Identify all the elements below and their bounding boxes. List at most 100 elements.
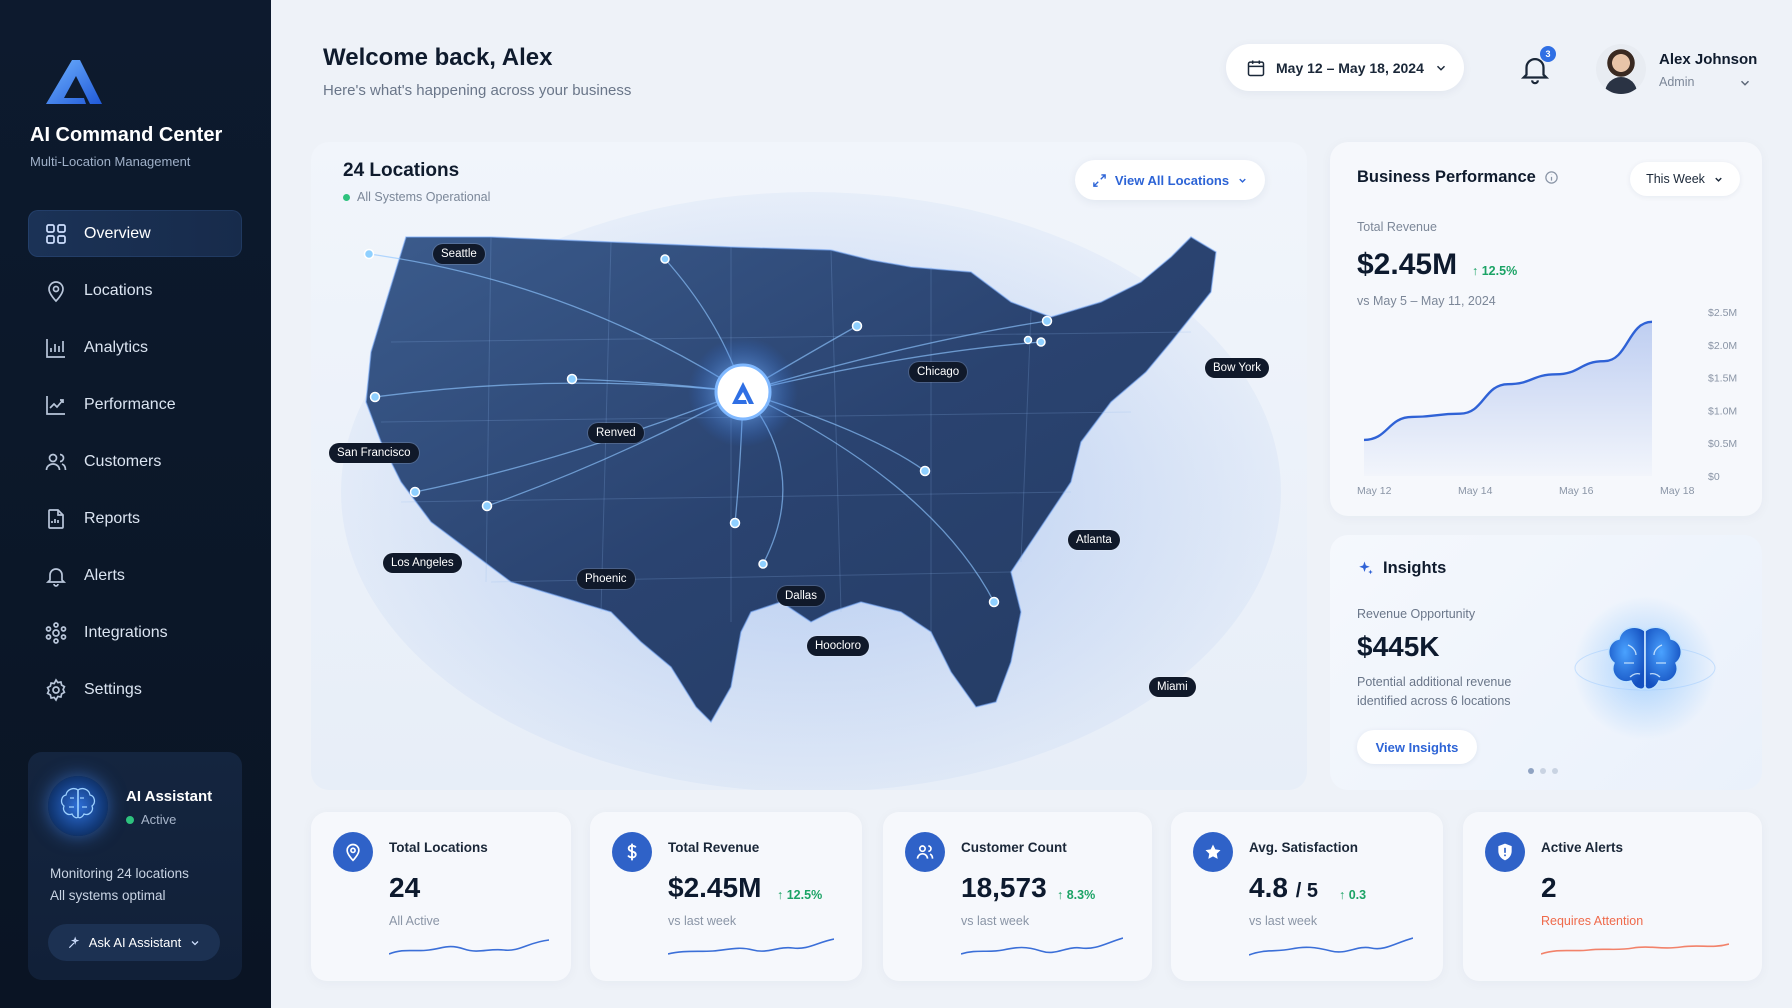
- y-tick-label: $0.5M: [1708, 438, 1737, 450]
- insights-panel: Insights Revenue Opportunity $445K Poten…: [1330, 535, 1762, 790]
- expand-icon: [1093, 173, 1106, 187]
- arrow-up-icon: ↑: [1339, 888, 1349, 902]
- report-icon: [48, 508, 64, 529]
- avatar[interactable]: [1596, 44, 1646, 94]
- x-tick-label: May 18: [1660, 485, 1695, 497]
- stat-change: ↑ 0.3: [1339, 888, 1366, 902]
- stat-value: 4.8 / 5: [1249, 872, 1318, 904]
- sidebar-item-reports[interactable]: Reports: [28, 495, 242, 542]
- sparkline: [961, 937, 1123, 955]
- city-label-san-francisco[interactable]: San Francisco: [329, 443, 419, 463]
- city-label-chicago[interactable]: Chicago: [909, 362, 968, 382]
- carousel-dot[interactable]: [1528, 768, 1534, 774]
- users-icon: [45, 453, 67, 470]
- stat-title: Customer Count: [961, 840, 1067, 855]
- sidebar-item-label: Settings: [84, 680, 142, 698]
- shield-icon: [1485, 832, 1525, 872]
- stat-subtext: Requires Attention: [1541, 914, 1644, 928]
- stat-card-active-alerts[interactable]: Active Alerts 2 Requires Attention: [1463, 812, 1762, 981]
- chevron-down-icon: [191, 940, 199, 945]
- assistant-systems-text: All systems optimal: [50, 888, 166, 903]
- sidebar-item-locations[interactable]: Locations: [28, 267, 242, 314]
- sidebar-item-label: Alerts: [84, 566, 125, 584]
- sidebar-item-settings[interactable]: Settings: [28, 666, 242, 713]
- stat-subtext: vs last week: [961, 914, 1030, 928]
- stat-change: ↑ 12.5%: [777, 888, 822, 902]
- y-tick-label: $2.5M: [1708, 307, 1737, 319]
- sidebar-item-overview[interactable]: Overview: [28, 210, 242, 257]
- view-all-label: View All Locations: [1114, 172, 1230, 188]
- city-label-new-york[interactable]: Bow York: [1205, 358, 1269, 378]
- sidebar-item-label: Analytics: [84, 338, 149, 356]
- stat-value: 2: [1541, 872, 1557, 903]
- stat-title: Active Alerts: [1541, 840, 1624, 855]
- users-icon: [905, 832, 945, 872]
- view-insights-button[interactable]: View Insights: [1357, 730, 1477, 764]
- page-subtitle: Here's what's happening across your busi…: [323, 82, 632, 99]
- sidebar-item-analytics[interactable]: Analytics: [28, 324, 242, 371]
- stat-card-total-locations[interactable]: Total Locations 24 All Active: [311, 812, 571, 981]
- map-title: 24 Locations: [343, 160, 460, 181]
- sparkline: [1541, 943, 1729, 955]
- gear-icon: [46, 677, 66, 702]
- sparkline: [1249, 937, 1413, 956]
- line-chart-icon: [46, 395, 65, 415]
- city-label-dallas[interactable]: Dallas: [777, 586, 825, 606]
- assistant-status-text: Active: [141, 812, 177, 827]
- stat-title: Avg. Satisfaction: [1249, 840, 1359, 855]
- ask-ai-assistant-button[interactable]: Ask AI Assistant: [48, 924, 220, 961]
- dollar-icon: [612, 832, 652, 872]
- city-label-seattle[interactable]: Seattle: [433, 244, 485, 264]
- map-status-text: All Systems Operational: [357, 190, 491, 204]
- ask-ai-label: Ask AI Assistant: [88, 935, 182, 950]
- city-label-miami[interactable]: Miami: [1149, 677, 1196, 697]
- stat-title: Total Locations: [389, 840, 488, 855]
- city-label-denver[interactable]: Renved: [588, 423, 644, 443]
- stat-card-avg-satisfaction[interactable]: Avg. Satisfaction 4.8 / 5 ↑ 0.3 vs last …: [1171, 812, 1443, 981]
- view-all-locations-button[interactable]: View All Locations: [1075, 160, 1265, 200]
- sparkle-icon: [68, 935, 80, 948]
- status-dot: [343, 193, 350, 201]
- carousel-dot[interactable]: [1552, 768, 1558, 774]
- carousel-dot[interactable]: [1540, 768, 1546, 774]
- bell-icon: [45, 567, 67, 587]
- stat-change-value: 0.3: [1348, 888, 1367, 902]
- notification-badge: 3: [1540, 46, 1556, 62]
- stat-card-customer-count[interactable]: Customer Count 18,573 ↑ 8.3% vs last wee…: [883, 812, 1152, 981]
- sidebar-nav: Overview Locations Analytics Performance…: [28, 210, 242, 723]
- y-tick-label: $0: [1708, 471, 1720, 483]
- sidebar-item-performance[interactable]: Performance: [28, 381, 242, 428]
- sidebar-item-integrations[interactable]: Integrations: [28, 609, 242, 656]
- status-dot: [126, 815, 134, 824]
- star-icon: [1193, 832, 1233, 872]
- city-label-los-angeles[interactable]: Los Angeles: [383, 553, 462, 573]
- sidebar-item-label: Integrations: [84, 623, 168, 641]
- sidebar-item-label: Reports: [84, 509, 141, 527]
- bar-chart-icon: [46, 338, 65, 358]
- sidebar-item-customers[interactable]: Customers: [28, 438, 242, 485]
- date-range-picker[interactable]: May 12 – May 18, 2024: [1226, 44, 1464, 91]
- stat-subtext: vs last week: [1249, 914, 1318, 928]
- insight-description-line1: Potential additional revenue: [1357, 675, 1512, 689]
- brand-subtitle: Multi-Location Management: [30, 154, 191, 169]
- chevron-down-icon[interactable]: [1738, 76, 1752, 90]
- stat-card-total-revenue[interactable]: Total Revenue $2.45M ↑ 12.5% vs last wee…: [590, 812, 862, 981]
- y-tick-label: $2.0M: [1708, 340, 1737, 352]
- revenue-opportunity-value: $445K: [1357, 631, 1440, 662]
- arrow-up-icon: ↑: [1057, 888, 1067, 902]
- sidebar: AI Command Center Multi-Location Managem…: [0, 0, 271, 1008]
- assistant-status: Active: [126, 812, 176, 827]
- map-pin-icon: [333, 832, 373, 872]
- city-label-houston[interactable]: Hoocloro: [807, 636, 870, 656]
- city-label-phoenix[interactable]: Phoenic: [577, 569, 635, 589]
- date-range-label: May 12 – May 18, 2024: [1276, 59, 1424, 76]
- sidebar-item-label: Customers: [84, 452, 162, 470]
- y-tick-label: $1.0M: [1708, 405, 1737, 417]
- sparkline: [668, 938, 834, 955]
- sidebar-item-alerts[interactable]: Alerts: [28, 552, 242, 599]
- integrations-icon: [45, 621, 67, 644]
- ai-brain-icon: [48, 776, 108, 836]
- city-label-atlanta[interactable]: Atlanta: [1068, 530, 1120, 550]
- grid-icon: [46, 223, 66, 244]
- assistant-name: AI Assistant: [126, 788, 213, 805]
